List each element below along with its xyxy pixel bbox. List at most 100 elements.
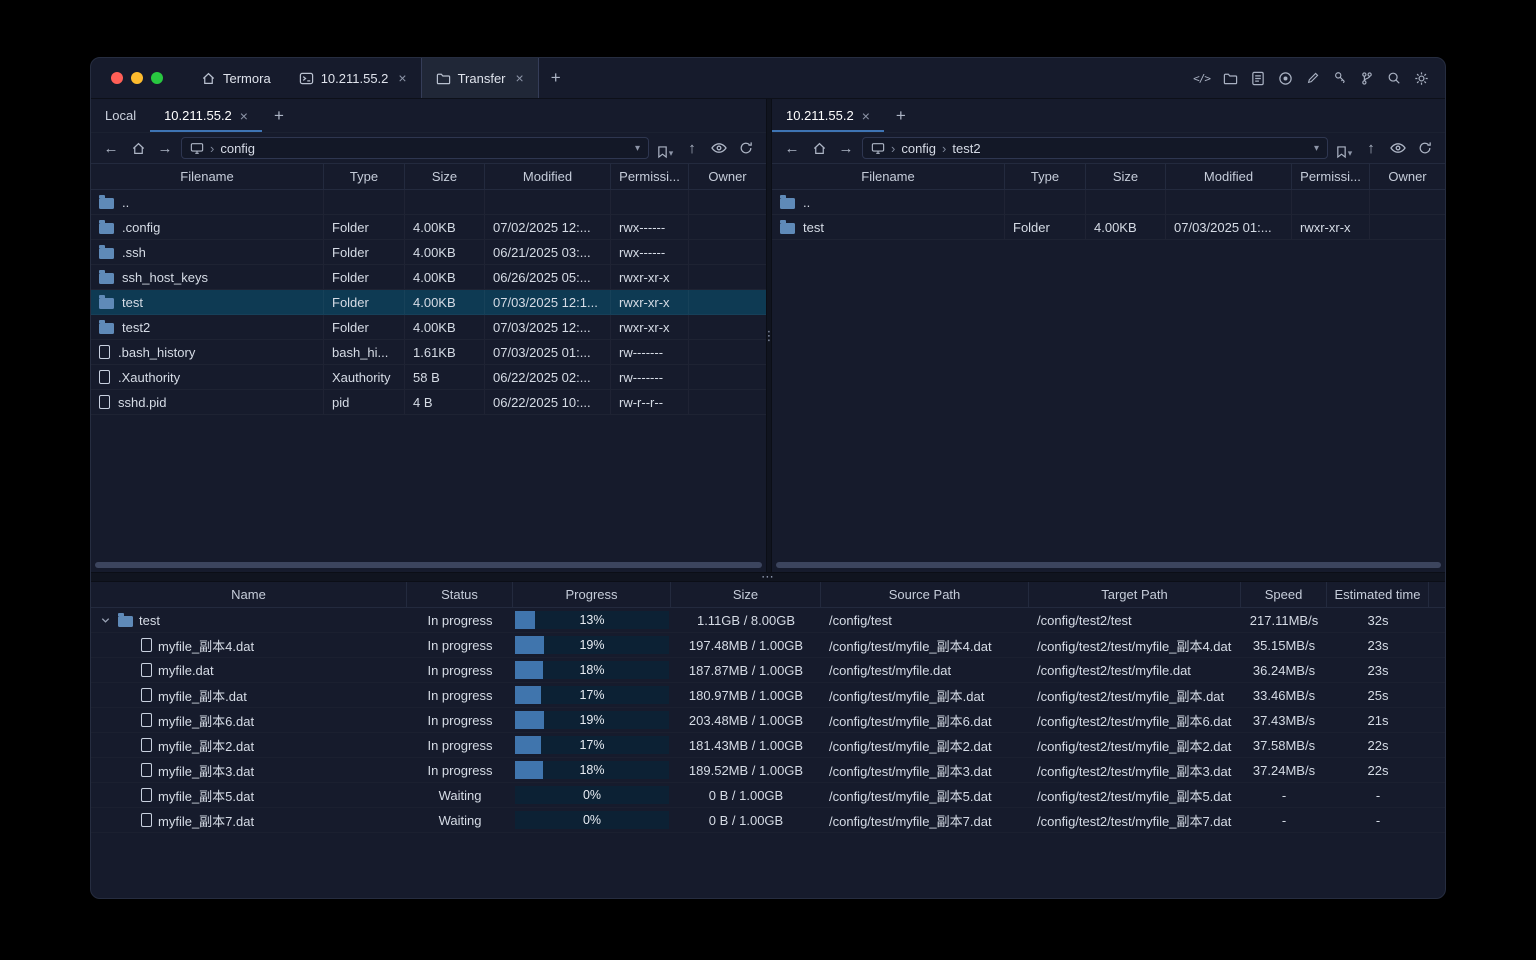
transfer-eta: 23s [1367,637,1389,653]
home-button[interactable] [127,137,149,159]
search-icon[interactable] [1387,71,1401,85]
home-button[interactable] [808,137,830,159]
transfer-row[interactable]: myfile_副本5.dat Waiting 0% 0 B / 1.00GB/conf… [91,783,1445,808]
sftp-folder-icon[interactable] [1223,71,1238,86]
transfer-row[interactable]: myfile_副本3.dat In progress 18% 189.52MB / 1… [91,758,1445,783]
transfer-speed: 37.43MB/s [1252,712,1316,728]
column-header[interactable]: Filename [772,164,1005,189]
column-header[interactable]: Type [324,164,405,189]
log-journal-icon[interactable] [1251,71,1265,86]
column-header[interactable]: Owner [689,164,766,189]
collapse-chevron-icon[interactable] [99,615,112,626]
settings-gear-icon[interactable] [1414,71,1429,86]
file-size: 1.61KB [405,340,485,364]
column-header[interactable]: Modified [485,164,611,189]
file-row[interactable]: .. [772,190,1445,215]
close-window-button[interactable] [111,72,123,84]
minimize-window-button[interactable] [131,72,143,84]
refresh-button[interactable] [1414,137,1436,159]
transfer-status: Waiting [438,787,482,803]
path-bar[interactable]: › config ▾ [181,137,649,159]
transfer-row[interactable]: myfile.dat In progress 18% 187.87MB / 1.00G… [91,658,1445,683]
chevron-down-icon[interactable]: ▾ [1314,143,1319,154]
horizontal-scrollbar[interactable] [776,562,1441,568]
column-header[interactable]: Speed [1241,582,1327,607]
column-header[interactable]: Modified [1166,164,1292,189]
tab-close-icon[interactable]: × [398,70,406,86]
column-header[interactable]: Owner [1370,164,1445,189]
forward-button[interactable]: → [154,137,176,159]
column-header[interactable]: Target Path [1029,582,1241,607]
back-button[interactable]: ← [100,137,122,159]
file-row[interactable]: test2 Folder 4.00KB 07/03/2025 12:... rwxr-x… [91,315,766,340]
transfer-row[interactable]: myfile_副本4.dat In progress 19% 197.48MB / 1… [91,633,1445,658]
branch-icon[interactable] [1360,71,1374,86]
path-segment[interactable]: test2 [952,141,980,156]
header-gutter [1429,582,1445,607]
column-header[interactable]: Name [91,582,407,607]
bookmark-button[interactable]: ▾ [654,137,676,159]
key-icon[interactable] [1333,71,1347,85]
panel-new-tab-button[interactable]: + [884,99,918,132]
column-header[interactable]: Estimated time [1327,582,1429,607]
column-header[interactable]: Permissi... [611,164,689,189]
tab-10-211-55-2[interactable]: 10.211.55.2 × [772,99,884,132]
forward-button[interactable]: → [835,137,857,159]
zoom-window-button[interactable] [151,72,163,84]
toggle-hidden-files-button[interactable] [708,137,730,159]
transfer-target-path: /config/test2/test/myfile_副本.dat [1037,688,1225,704]
file-row[interactable]: .. [91,190,766,215]
refresh-icon [1419,142,1431,154]
tab-termora[interactable]: Termora [187,58,285,98]
column-header[interactable]: Permissi... [1292,164,1370,189]
file-row[interactable]: .Xauthority Xauthority 58 B 06/22/2025 02:.… [91,365,766,390]
file-row[interactable]: test Folder 4.00KB 07/03/2025 12:1... rwxr-x… [91,290,766,315]
code-snippets-icon[interactable]: </> [1193,72,1211,85]
bookmark-button[interactable]: ▾ [1333,137,1355,159]
tab-session-10-211-55-2[interactable]: 10.211.55.2 × [285,58,421,98]
file-type: Folder [324,315,405,339]
file-row[interactable]: .bash_history bash_hi... 1.61KB 07/03/2025 … [91,340,766,365]
transfer-row[interactable]: myfile_副本2.dat In progress 17% 181.43MB / 1… [91,733,1445,758]
transfer-row[interactable]: myfile_副本6.dat In progress 19% 203.48MB / 1… [91,708,1445,733]
refresh-button[interactable] [735,137,757,159]
tab-local[interactable]: Local [91,99,150,132]
column-header[interactable]: Progress [513,582,671,607]
path-segment[interactable]: config [220,141,255,156]
record-icon[interactable] [1278,71,1293,86]
column-header[interactable]: Type [1005,164,1086,189]
file-row[interactable]: .ssh Folder 4.00KB 06/21/2025 03:... rwx----… [91,240,766,265]
new-tab-button[interactable]: + [539,58,573,98]
file-row[interactable]: sshd.pid pid 4 B 06/22/2025 10:... rw-r--r-- [91,390,766,415]
chevron-down-icon[interactable]: ▾ [635,143,640,154]
file-row[interactable]: test Folder 4.00KB 07/03/2025 01:... rwxr-xr… [772,215,1445,240]
tab-transfer[interactable]: Transfer × [420,58,539,98]
transfer-row[interactable]: test In progress 13% 1.11GB / 8.00GB/config… [91,608,1445,633]
toggle-hidden-files-button[interactable] [1387,137,1409,159]
column-header[interactable]: Status [407,582,513,607]
tab-close-icon[interactable]: × [862,108,870,124]
back-button[interactable]: ← [781,137,803,159]
column-header[interactable]: Filename [91,164,324,189]
path-bar[interactable]: › config › test2 ▾ [862,137,1328,159]
edit-icon[interactable] [1306,71,1320,85]
column-header[interactable]: Size [405,164,485,189]
tab-close-icon[interactable]: × [240,108,248,124]
transfer-name: myfile_副本.dat [158,688,247,704]
tab-10-211-55-2[interactable]: 10.211.55.2 × [150,99,262,132]
horizontal-scrollbar[interactable] [95,562,762,568]
file-size: 58 B [405,365,485,389]
transfer-row[interactable]: myfile_副本.dat In progress 17% 180.97MB / 1.… [91,683,1445,708]
transfer-row[interactable]: myfile_副本7.dat Waiting 0% 0 B / 1.00GB/conf… [91,808,1445,833]
panel-new-tab-button[interactable]: + [262,99,296,132]
upload-button[interactable]: ↑ [681,137,703,159]
column-header[interactable]: Size [1086,164,1166,189]
path-segment[interactable]: config [901,141,936,156]
column-header[interactable]: Size [671,582,821,607]
file-row[interactable]: ssh_host_keys Folder 4.00KB 06/26/2025 05:.… [91,265,766,290]
horizontal-splitter[interactable]: ⋯ [91,569,1445,584]
tab-close-icon[interactable]: × [516,70,524,86]
column-header[interactable]: Source Path [821,582,1029,607]
upload-button[interactable]: ↑ [1360,137,1382,159]
file-row[interactable]: .config Folder 4.00KB 07/02/2025 12:... rwx-… [91,215,766,240]
